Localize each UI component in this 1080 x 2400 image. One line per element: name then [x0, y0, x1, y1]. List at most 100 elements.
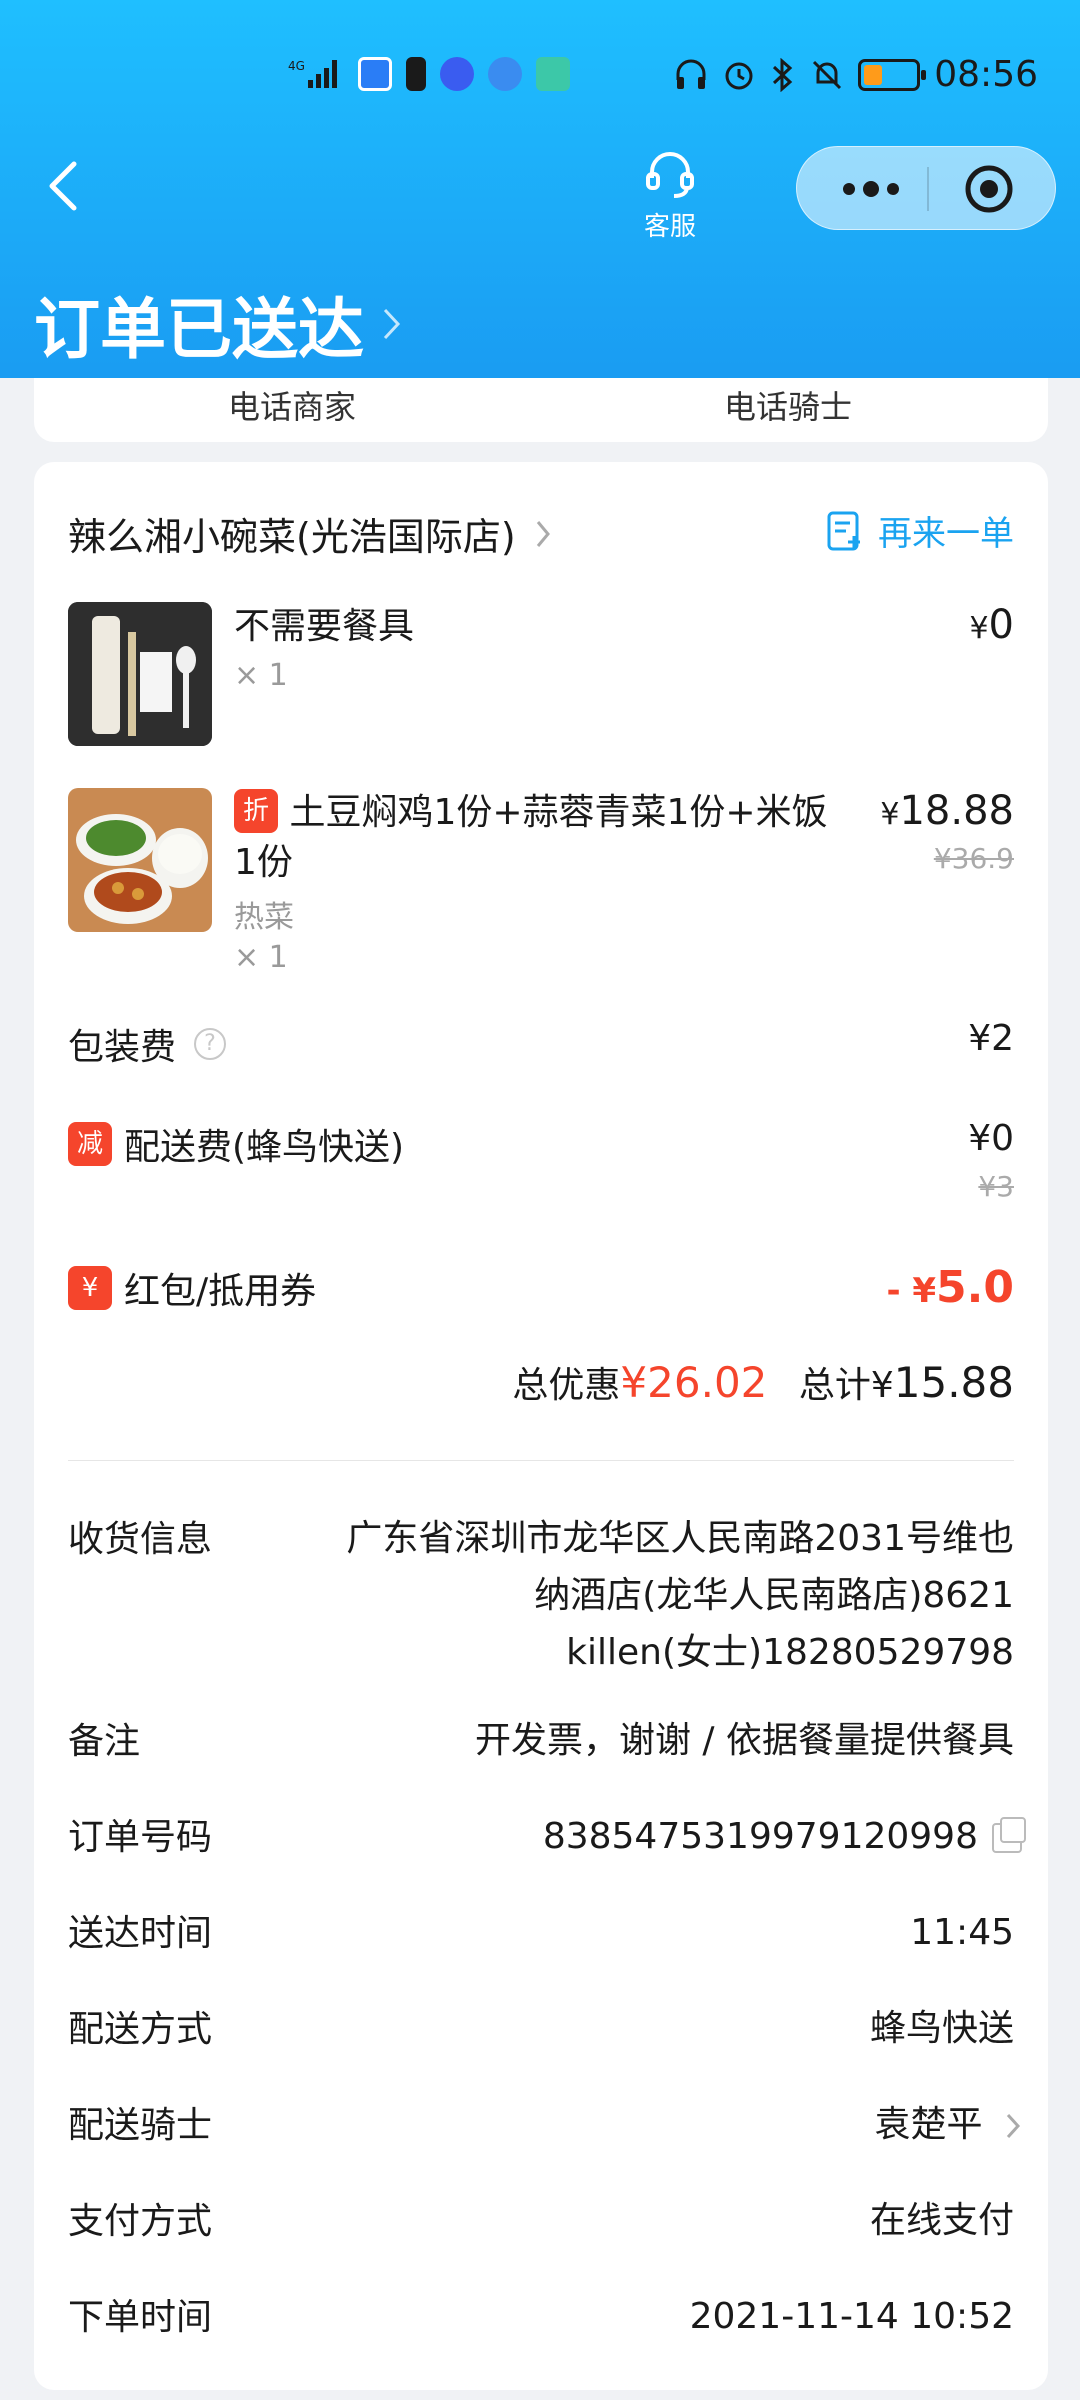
- payment-value: 在线支付: [869, 2200, 1014, 2241]
- order-number-label: 订单号码: [68, 1817, 213, 1858]
- header: 4G 08:56 客服 订单已送达: [0, 0, 1080, 378]
- discount-tag: 折: [234, 789, 278, 833]
- chevron-right-icon: [1006, 2113, 1021, 2139]
- currency-symbol: ¥: [969, 611, 989, 646]
- rider-name: 袁楚平: [874, 2104, 983, 2145]
- back-arrow-icon[interactable]: [44, 158, 84, 214]
- mini-program-capsule: [796, 146, 1056, 230]
- coupon-label: 红包/抵用券: [124, 1271, 317, 1312]
- discount-value: ¥26.02: [620, 1358, 768, 1407]
- signal-icon: 4G: [288, 59, 337, 88]
- coupon-value: - ¥5.0: [886, 1262, 1014, 1313]
- payment-label: 支付方式: [68, 2201, 213, 2242]
- item-name: 折 土豆焖鸡1份+蒜蓉青菜1份+米饭 1份: [234, 788, 854, 888]
- reorder-icon: [827, 511, 860, 550]
- mute-bell-icon: [813, 60, 842, 89]
- chevron-right-icon: [536, 520, 550, 547]
- item-price-value: 0: [988, 602, 1014, 648]
- shop-link[interactable]: 辣么湘小碗菜(光浩国际店): [68, 506, 552, 561]
- svg-text:4G: 4G: [288, 59, 305, 73]
- divider: [68, 1460, 1014, 1461]
- packing-fee-label: 包装费: [68, 1027, 177, 1068]
- status-icons-right: 08:56: [674, 54, 1038, 95]
- delivery-fee-row: 减 配送费(蜂鸟快送) ¥0 ¥3: [68, 1118, 1014, 1208]
- alarm-icon: [725, 62, 753, 89]
- boss-app-icon: [536, 57, 570, 91]
- rider-value: 袁楚平: [875, 2096, 1022, 2153]
- reorder-label: 再来一单: [878, 514, 1014, 554]
- reorder-button[interactable]: 再来一单: [826, 506, 1014, 555]
- status-icons-left: 4G: [288, 56, 570, 92]
- item-name: 不需要餐具: [234, 606, 415, 647]
- clock: 08:56: [934, 54, 1038, 95]
- headset-icon: [646, 152, 694, 198]
- tableware-image: [68, 602, 212, 746]
- packing-fee-value: ¥2: [968, 1018, 1014, 1059]
- order-card: 辣么湘小碗菜(光浩国际店) 再来一单 不需要餐具 × 1 ¥0 折 土豆焖鸡1份…: [34, 462, 1048, 2390]
- delivery-fee-label: 配送费(蜂鸟快送): [124, 1127, 405, 1168]
- coupon-amount: 5.0: [936, 1262, 1014, 1313]
- copy-icon[interactable]: [992, 1817, 1026, 1853]
- delivery-fee-original: ¥3: [978, 1170, 1014, 1203]
- order-status-title[interactable]: 订单已送达: [34, 276, 404, 372]
- capsule-divider: [927, 167, 929, 211]
- page-title: 订单已送达: [34, 291, 364, 368]
- sim-icon: [406, 57, 426, 91]
- coupon-prefix: - ¥: [886, 1271, 937, 1311]
- order-time-label: 下单时间: [68, 2297, 213, 2338]
- item-name-line1: 土豆焖鸡1份+蒜蓉青菜1份+米饭: [289, 792, 828, 833]
- total-value: 15.88: [893, 1358, 1014, 1407]
- delivered-time-label: 送达时间: [68, 1913, 213, 1954]
- currency-symbol: ¥: [880, 797, 900, 832]
- bluetooth-icon: [773, 57, 793, 92]
- reduction-tag: 减: [68, 1122, 112, 1166]
- chevron-right-icon: [383, 308, 401, 340]
- address-row: 收货信息 广东省深圳市龙华区人民南路2031号维也 纳酒店(龙华人民南路店)86…: [68, 1510, 1014, 1690]
- item-price-value: 18.88: [899, 788, 1014, 834]
- search-icon: [488, 57, 522, 91]
- order-number: 8385475319979120998: [542, 1816, 978, 1857]
- service-label: 客服: [643, 212, 696, 242]
- coupon-tag: ¥: [68, 1266, 112, 1310]
- shop-name: 辣么湘小碗菜(光浩国际店): [68, 515, 516, 559]
- note-label: 备注: [68, 1721, 141, 1762]
- item-qty: × 1: [234, 658, 288, 693]
- order-summary: 总优惠¥26.02 总计¥15.88: [512, 1356, 1014, 1408]
- note-value: 开发票，谢谢 / 依据餐量提供餐具: [474, 1720, 1014, 1761]
- packing-fee-row: 包装费 ? ¥2: [68, 1018, 1014, 1078]
- item-qty: × 1: [234, 940, 288, 975]
- customer-service-button[interactable]: 客服: [628, 150, 712, 243]
- address-label: 收货信息: [68, 1519, 213, 1560]
- bulb-icon: [440, 57, 474, 91]
- battery-icon: [858, 58, 927, 91]
- order-time-value: 2021-11-14 10:52: [689, 2296, 1014, 2337]
- address-line: 广东省深圳市龙华区人民南路2031号维也: [346, 1518, 1014, 1559]
- discount-label: 总优惠: [512, 1365, 621, 1406]
- order-number-value: 8385475319979120998: [542, 1808, 1026, 1865]
- item-price: ¥18.88: [880, 788, 1014, 834]
- more-icon[interactable]: [831, 165, 911, 213]
- coupon-row: ¥ 红包/抵用券 - ¥5.0: [68, 1262, 1014, 1322]
- address-value: 广东省深圳市龙华区人民南路2031号维也 纳酒店(龙华人民南路店)8621 ki…: [346, 1510, 1014, 1681]
- rider-label: 配送骑士: [68, 2105, 213, 2146]
- close-target-icon[interactable]: [963, 163, 1015, 215]
- dish-image: [68, 788, 212, 932]
- status-bar: 4G 08:56: [0, 50, 1080, 110]
- address-line: 纳酒店(龙华人民南路店)8621: [534, 1575, 1014, 1616]
- delivery-method-value: 蜂鸟快送: [869, 2008, 1014, 2049]
- headphones-icon: [676, 59, 706, 89]
- item-category: 热菜: [234, 900, 294, 935]
- shield-icon: [358, 57, 392, 91]
- call-rider-button[interactable]: 电话骑士: [724, 382, 852, 428]
- call-merchant-button[interactable]: 电话商家: [228, 382, 356, 428]
- address-line: killen(女士)18280529798: [566, 1632, 1014, 1673]
- item-price: ¥0: [969, 602, 1014, 648]
- delivery-fee-value: ¥0: [968, 1118, 1014, 1159]
- item-original-price: ¥36.9: [933, 842, 1014, 875]
- help-icon[interactable]: ?: [194, 1028, 227, 1060]
- total-label: 总计¥: [798, 1365, 894, 1406]
- delivery-method-label: 配送方式: [68, 2009, 213, 2050]
- order-item: 不需要餐具 × 1 ¥0: [68, 602, 1014, 752]
- delivered-time-value: 11:45: [910, 1912, 1014, 1953]
- item-name-line2: 1份: [234, 842, 293, 883]
